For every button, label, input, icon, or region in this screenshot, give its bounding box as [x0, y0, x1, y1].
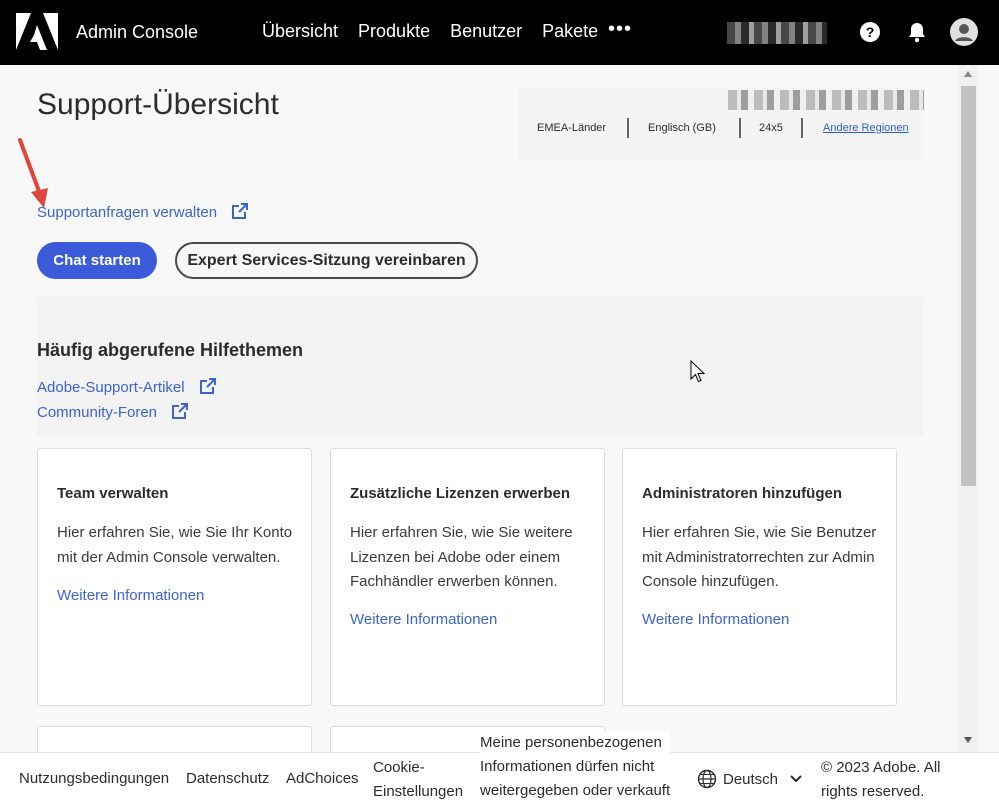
footer-privacy-link[interactable]: Datenschutz	[186, 770, 269, 787]
help-topics-title: Häufig abgerufene Hilfethemen	[37, 340, 304, 360]
svg-text:?: ?	[866, 24, 875, 40]
avatar[interactable]	[950, 18, 978, 46]
footer-terms-link[interactable]: Nutzungsbedingungen	[19, 770, 169, 787]
cookie-settings-line: Cookie-	[373, 759, 425, 776]
nav-item-overview[interactable]: Übersicht	[262, 21, 338, 42]
nav-item-products[interactable]: Produkte	[358, 21, 430, 42]
card-buy-licenses: Zusätzliche Lizenzen erwerben Hier erfah…	[330, 448, 605, 706]
schedule-expert-session-button[interactable]: Expert Services-Sitzung vereinbaren	[175, 242, 478, 279]
do-not-sell-line: weitergegeben oder verkauft	[480, 782, 671, 799]
org-switcher-redacted[interactable]	[727, 22, 827, 44]
card-description: Hier erfahren Sie, wie Sie Benutzer mit …	[642, 524, 877, 590]
card-title: Administratoren hinzufügen	[642, 485, 842, 502]
adobe-logo-icon[interactable]	[16, 13, 58, 50]
region-hours: 24x5	[759, 122, 783, 134]
card-more-info-link[interactable]: Weitere Informationen	[642, 611, 789, 628]
card-title: Team verwalten	[57, 485, 169, 502]
globe-icon[interactable]	[697, 769, 717, 789]
scroll-up-icon[interactable]	[963, 70, 973, 78]
external-link-icon	[232, 203, 249, 219]
do-not-sell-line: Informationen dürfen nicht	[480, 758, 655, 775]
nav-item-users[interactable]: Benutzer	[450, 21, 522, 42]
other-regions-link[interactable]: Andere Regionen	[823, 122, 909, 134]
nav-more-button[interactable]: •••	[608, 18, 632, 41]
divider	[627, 118, 629, 138]
support-articles-link[interactable]: Adobe-Support-Artikel	[37, 377, 217, 396]
avatar-icon	[955, 24, 973, 41]
community-forums-link[interactable]: Community-Foren	[37, 402, 189, 421]
bell-icon[interactable]	[905, 20, 929, 44]
external-link-icon	[199, 378, 216, 394]
community-forums-label: Community-Foren	[37, 404, 158, 421]
scroll-thumb[interactable]	[961, 86, 976, 486]
page-title: Support-Übersicht	[37, 88, 279, 121]
footer-do-not-sell-link[interactable]: Meine personenbezogenen Informationen dü…	[480, 731, 671, 803]
card-more-info-link[interactable]: Weitere Informationen	[57, 587, 204, 604]
scroll-down-icon[interactable]	[963, 736, 973, 744]
card-add-admins: Administratoren hinzufügen Hier erfahren…	[622, 448, 897, 706]
card-title: Zusätzliche Lizenzen erwerben	[350, 485, 571, 502]
footer-copyright: © 2023 Adobe. All rights reserved.	[821, 756, 940, 804]
card-manage-team: Team verwalten Hier erfahren Sie, wie Si…	[37, 448, 312, 706]
divider	[801, 118, 803, 138]
help-icon[interactable]: ?	[858, 20, 882, 44]
divider	[739, 118, 741, 138]
main-nav: Übersicht Produkte Benutzer Pakete	[262, 21, 618, 42]
cookie-settings-line: Einstellungen	[373, 783, 464, 800]
footer-cookie-settings-link[interactable]: Cookie- Einstellungen	[373, 756, 463, 804]
card-more-info-link[interactable]: Weitere Informationen	[350, 611, 497, 628]
chevron-down-icon[interactable]	[789, 773, 803, 785]
support-articles-label: Adobe-Support-Artikel	[37, 379, 185, 396]
copyright-line: rights reserved.	[821, 783, 925, 800]
footer-adchoices-link[interactable]: AdChoices	[286, 770, 359, 787]
card-description: Hier erfahren Sie, wie Sie Ihr Konto mit…	[57, 524, 293, 566]
card-description: Hier erfahren Sie, wie Sie weitere Lizen…	[350, 524, 573, 590]
manage-support-requests-label: Supportanfragen verwalten	[37, 204, 218, 221]
top-bar: Admin Console Übersicht Produkte Benutze…	[0, 0, 999, 65]
annotation-arrow-icon	[18, 138, 48, 208]
manage-support-requests-link[interactable]: Supportanfragen verwalten	[37, 202, 249, 221]
nav-item-packages[interactable]: Pakete	[542, 21, 598, 42]
app-title[interactable]: Admin Console	[76, 22, 198, 43]
cursor-icon	[690, 360, 706, 383]
external-link-icon	[172, 403, 189, 419]
do-not-sell-line: Meine personenbezogenen	[480, 734, 662, 751]
copyright-line: © 2023 Adobe. All	[821, 759, 941, 776]
start-chat-button[interactable]: Chat starten	[37, 242, 157, 279]
region-area: EMEA-Länder	[537, 122, 607, 134]
region-language: Englisch (GB)	[648, 122, 716, 134]
language-selector[interactable]: Deutsch	[723, 771, 778, 788]
phone-number-redacted	[728, 90, 924, 110]
